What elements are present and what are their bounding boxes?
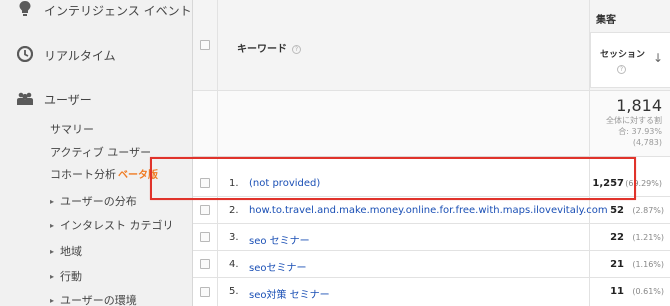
sessions-value: 11 (610, 286, 624, 297)
acquisition-group-header: 集客 (596, 15, 616, 26)
keyword-column-header[interactable]: キーワード? (237, 40, 301, 55)
sidebar-subitem-behavior[interactable]: 行動 (50, 268, 82, 284)
row-checkbox[interactable] (200, 178, 210, 188)
select-all-checkbox[interactable] (200, 40, 210, 50)
sidebar-subitem-geo[interactable]: 地域 (50, 243, 82, 259)
sidebar-subitem-label: コホート分析 (50, 168, 116, 181)
sidebar-subitem-user-distribution[interactable]: ユーザーの分布 (50, 193, 137, 209)
sessions-column-header[interactable]: セッション ↓ ? (590, 32, 670, 88)
sidebar-item-label: インテリジェンス イベント (44, 4, 192, 18)
sessions-percent: (0.61%) (632, 287, 664, 296)
sessions-value: 22 (610, 232, 624, 243)
sidebar-item-users[interactable]: ユーザー (0, 86, 193, 110)
beta-badge: ベータ版 (118, 170, 158, 181)
sessions-percent: (2.87%) (632, 206, 664, 215)
row-number: 4. (229, 259, 239, 270)
keyword-link[interactable]: seo セミナー (249, 232, 310, 247)
sidebar-item-realtime[interactable]: リアルタイム (0, 42, 193, 66)
sessions-percent: (1.21%) (632, 233, 664, 242)
row-number: 3. (229, 232, 239, 243)
help-icon[interactable]: ? (617, 65, 626, 74)
sidebar-subitem-summary[interactable]: サマリー (50, 121, 94, 137)
lightbulb-icon (16, 0, 34, 18)
row-checkbox[interactable] (200, 259, 210, 269)
sessions-value: 21 (610, 259, 624, 270)
sessions-total-note: 全体に対する割 合: 37.93% (4,783) (606, 116, 662, 147)
sidebar-subitem-cohort-analysis[interactable]: コホート分析 ベータ版 (50, 166, 158, 182)
keyword-link[interactable]: how.to.travel.and.make.money.online.for.… (249, 205, 608, 216)
row-number: 5. (229, 286, 239, 297)
sidebar-subitem-active-users[interactable]: アクティブ ユーザー (50, 144, 151, 160)
row-checkbox[interactable] (200, 287, 210, 297)
sidebar-subitem-technology[interactable]: ユーザーの環境 (50, 292, 137, 306)
sidebar-item-label: ユーザー (44, 93, 92, 107)
sessions-value: 1,257 (592, 178, 624, 189)
sidebar: インテリジェンス イベント リアルタイム ユーザー サマリー アクティブ ユーザ… (0, 0, 193, 306)
row-number: 2. (229, 205, 239, 216)
row-number: 1. (229, 178, 239, 189)
keyword-link[interactable]: seo対策 セミナー (249, 286, 330, 301)
keyword-link[interactable]: (not provided) (249, 178, 320, 189)
row-checkbox[interactable] (200, 232, 210, 242)
sidebar-item-label: リアルタイム (44, 49, 116, 63)
sessions-value: 52 (610, 205, 624, 216)
keyword-link[interactable]: seoセミナー (249, 259, 306, 274)
clock-icon (16, 45, 34, 63)
help-icon[interactable]: ? (292, 44, 301, 54)
sessions-header-label: セッション (600, 50, 646, 60)
users-icon (16, 90, 34, 108)
sessions-total: 1,814 (616, 96, 662, 115)
row-checkbox[interactable] (200, 205, 210, 215)
sort-desc-icon[interactable]: ↓ (653, 51, 663, 65)
sessions-percent: (69.29%) (625, 179, 662, 188)
sidebar-subitem-interest-categories[interactable]: インタレスト カテゴリ (50, 217, 174, 233)
sidebar-item-intelligence-events[interactable]: インテリジェンス イベント (0, 0, 193, 20)
data-table: キーワード? 集客 セッション ↓ ? 1,814 全体に対する割 合: 37.… (193, 0, 670, 306)
sessions-percent: (1.16%) (632, 260, 664, 269)
